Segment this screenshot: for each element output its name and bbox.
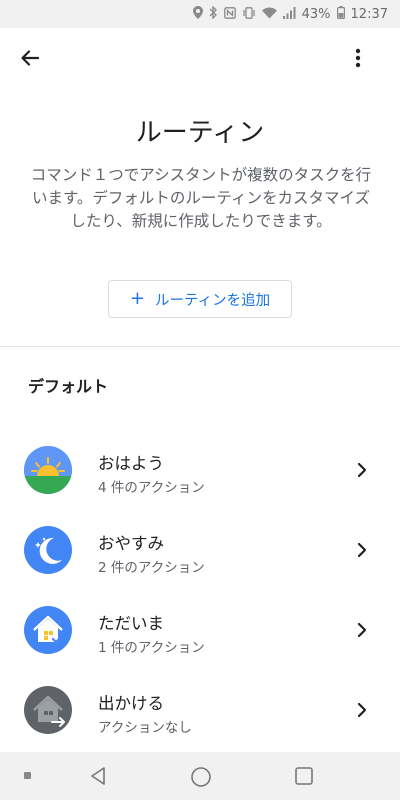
chevron-right-icon [352, 460, 372, 480]
location-icon [192, 6, 203, 22]
moon-icon [24, 526, 72, 574]
routine-subtitle: 2 件のアクション [98, 560, 205, 576]
arrow-back-icon[interactable] [14, 42, 46, 74]
nfc-icon [223, 6, 236, 22]
chevron-right-icon [352, 540, 372, 560]
add-routine-button[interactable]: + ルーティンを追加 [108, 280, 292, 318]
clock: 12:37 [350, 6, 388, 22]
more-vert-icon[interactable] [346, 42, 370, 74]
nav-back-icon[interactable] [88, 766, 108, 790]
page-title: ルーティン [135, 118, 265, 148]
routine-title: ただいま [98, 614, 164, 633]
wifi-icon [261, 7, 277, 22]
list-item-leaving[interactable]: 出かける アクションなし [0, 670, 400, 750]
sunrise-icon [24, 446, 72, 494]
routine-title: おはよう [98, 454, 164, 473]
routine-title: おやすみ [98, 534, 164, 553]
chevron-right-icon [352, 620, 372, 640]
home-check-icon [24, 606, 72, 654]
bluetooth-icon [209, 5, 218, 22]
battery-percent: 43% [301, 6, 331, 22]
app-bar [0, 28, 400, 88]
vibrate-icon [242, 6, 256, 22]
add-routine-label: ルーティンを追加 [154, 292, 271, 309]
status-bar: 43% 12:37 [0, 0, 400, 28]
nav-recents-icon[interactable] [294, 766, 314, 790]
plus-icon: + [129, 288, 145, 309]
system-nav-bar [0, 752, 400, 800]
routine-list: おはよう 4 件のアクション おやすみ 2 件のアクション ただいま 1 件のア… [0, 430, 400, 750]
routine-subtitle: 4 件のアクション [98, 480, 205, 496]
list-item-home[interactable]: ただいま 1 件のアクション [0, 590, 400, 670]
battery-icon [336, 6, 345, 22]
routine-subtitle: 1 件のアクション [98, 640, 205, 656]
signal-icon [282, 6, 296, 22]
list-item-good-night[interactable]: おやすみ 2 件のアクション [0, 510, 400, 590]
page-description: コマンド１つでアシスタントが複数のタスクを行います。デフォルトのルーティンをカス… [30, 166, 372, 230]
nav-dot-icon[interactable] [24, 772, 31, 779]
divider [0, 346, 400, 347]
chevron-right-icon [352, 700, 372, 720]
home-leave-icon [24, 686, 72, 734]
nav-home-icon[interactable] [190, 766, 212, 792]
section-title: デフォルト [28, 377, 109, 396]
routine-subtitle: アクションなし [98, 720, 192, 736]
list-item-good-morning[interactable]: おはよう 4 件のアクション [0, 430, 400, 510]
routine-title: 出かける [98, 694, 164, 713]
